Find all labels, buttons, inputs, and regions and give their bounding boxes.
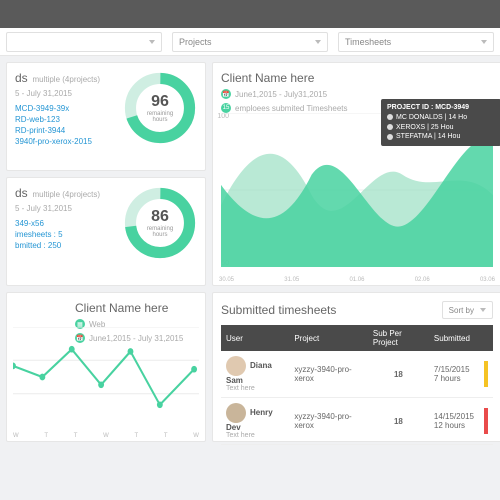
card2-date: 5 - July 31,2015 bbox=[15, 204, 72, 213]
donut2-value: 86 bbox=[141, 208, 180, 226]
col-sub: Sub Per Project bbox=[368, 325, 429, 351]
x-axis-mini: W T T W T T W bbox=[13, 433, 199, 439]
status-bar-icon bbox=[484, 361, 488, 387]
col-project: Project bbox=[289, 325, 368, 351]
x-axis: 30.05 31.05 01.06 02.06 03.06 bbox=[219, 277, 495, 283]
avatar bbox=[226, 356, 246, 376]
filter-bar: Projects Timesheets bbox=[0, 28, 500, 56]
sort-by-dropdown[interactable]: Sort by bbox=[442, 301, 493, 319]
table-row[interactable]: Henry DevText here xyzzy-3940-pro-xerox … bbox=[221, 398, 493, 445]
card2-subtitle: multiple (4projects) bbox=[32, 190, 100, 199]
chart-tooltip: PROJECT ID : MCD-3949 MC DONALDS | 14 Ho… bbox=[381, 99, 500, 146]
client-card-2: ds multiple (4projects) 5 - July 31,2015… bbox=[6, 177, 206, 286]
col-user: User bbox=[221, 325, 289, 351]
timesheets-title: Submitted timesheets bbox=[221, 303, 336, 317]
chevron-down-icon bbox=[149, 40, 155, 44]
filter-projects-label: Projects bbox=[179, 37, 212, 47]
line-chart-card: Client Name here ▦Web 📅June1,2015 - July… bbox=[6, 292, 206, 442]
table-row[interactable]: Diana SamText here xyzzy-3940-pro-xerox … bbox=[221, 351, 493, 398]
card1-title: ds bbox=[15, 71, 28, 85]
client-card-1: ds multiple (4projects) 5 - July 31,2015… bbox=[6, 62, 206, 171]
avatar bbox=[226, 403, 246, 423]
filter-projects[interactable]: Projects bbox=[172, 32, 328, 52]
filter-timesheets[interactable]: Timesheets bbox=[338, 32, 494, 52]
donut2-label: remaining hours bbox=[141, 226, 180, 238]
top-navbar bbox=[0, 0, 500, 28]
main-area-chart-card: Client Name here 📅 June1,2015 - July31,2… bbox=[212, 62, 500, 286]
filter-blank[interactable] bbox=[6, 32, 162, 52]
mini-line-chart bbox=[13, 327, 199, 427]
timesheets-card: Submitted timesheets Sort by User Projec… bbox=[212, 292, 500, 442]
donut-chart-2: 86 remaining hours bbox=[121, 184, 199, 262]
filter-timesheets-label: Timesheets bbox=[345, 37, 391, 47]
dot-icon bbox=[387, 134, 393, 140]
card1-subtitle: multiple (4projects) bbox=[32, 75, 100, 84]
donut1-label: remaining hours bbox=[141, 111, 180, 123]
users-icon: 15 bbox=[221, 103, 231, 113]
chevron-down-icon bbox=[480, 308, 486, 312]
chevron-down-icon bbox=[481, 40, 487, 44]
calendar-icon: 📅 bbox=[221, 89, 231, 99]
dot-icon bbox=[387, 124, 393, 130]
bigchart-title: Client Name here bbox=[221, 71, 493, 85]
col-submitted: Submitted bbox=[429, 325, 479, 351]
status-bar-icon bbox=[484, 408, 488, 434]
bigchart-date: June1,2015 - July31,2015 bbox=[235, 90, 327, 99]
donut-chart-1: 96 remaining hours bbox=[121, 69, 199, 147]
dot-icon bbox=[387, 114, 393, 120]
linecard-title: Client Name here bbox=[75, 301, 197, 315]
card1-date: 5 - July 31,2015 bbox=[15, 89, 72, 98]
chevron-down-icon bbox=[315, 40, 321, 44]
card2-title: ds bbox=[15, 186, 28, 200]
donut1-value: 96 bbox=[141, 93, 180, 111]
timesheets-table: User Project Sub Per Project Submitted D… bbox=[221, 325, 493, 445]
bigchart-info: emploees submited Timesheets bbox=[235, 104, 348, 113]
tooltip-header: PROJECT ID : MCD-3949 bbox=[387, 103, 495, 113]
